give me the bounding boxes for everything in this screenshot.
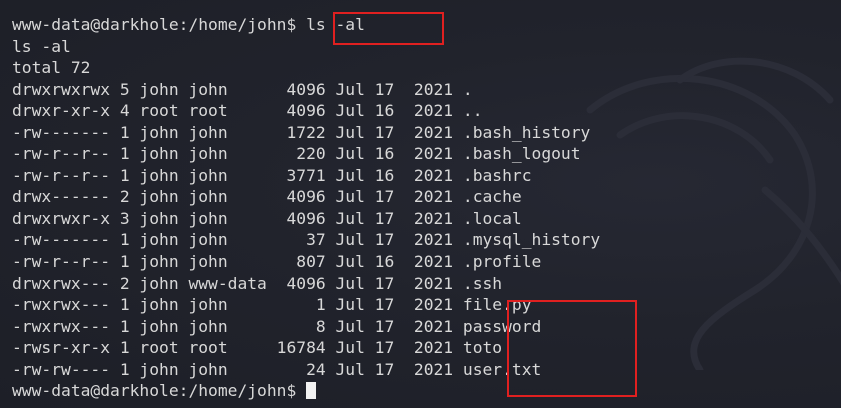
kali-dragon-icon [586,57,841,370]
terminal-line: drwxrwxrwx 5 john john 4096 Jul 17 2021 … [12,79,473,99]
terminal-line: drwxr-xr-x 4 root root 4096 Jul 16 2021 … [12,101,483,121]
terminal-line: -rw-r--r-- 1 john john 807 Jul 16 2021 .… [12,252,542,272]
terminal-line: drwxrwx--- 2 john www-data 4096 Jul 17 2… [12,273,503,293]
terminal-line: drwxrwxr-x 3 john john 4096 Jul 17 2021 … [12,208,522,228]
terminal-line: -rw-rw---- 1 john john 24 Jul 17 2021 us… [12,359,542,379]
terminal-line: -rw------- 1 john john 1722 Jul 17 2021 … [12,122,591,142]
terminal-line: www-data@darkhole:/home/john$ ls -al [12,15,365,34]
text-cursor [306,382,317,400]
prompt-line[interactable]: www-data@darkhole:/home/john$ [12,380,600,402]
terminal-line: -rw-r--r-- 1 john john 220 Jul 16 2021 .… [12,144,581,164]
shell-prompt: www-data@darkhole:/home/john$ [12,381,307,401]
terminal-line: ls -al [12,36,71,56]
terminal-line: total 72 [12,58,91,78]
terminal-line: drwx------ 2 john john 4096 Jul 17 2021 … [12,187,522,207]
terminal-line: -rwxrwx--- 1 john john 8 Jul 17 2021 pas… [12,316,542,336]
terminal-window[interactable]: www-data@darkhole:/home/john$ ls -al ls … [0,0,841,408]
terminal-line: -rw------- 1 john john 37 Jul 17 2021 .m… [12,230,601,250]
terminal-line: -rwxrwx--- 1 john john 1 Jul 17 2021 fil… [12,295,532,315]
terminal-line: -rwsr-xr-x 1 root root 16784 Jul 17 2021… [12,338,503,358]
terminal-output: www-data@darkhole:/home/john$ ls -al ls … [12,14,600,402]
terminal-line: -rw-r--r-- 1 john john 3771 Jul 16 2021 … [12,165,532,185]
